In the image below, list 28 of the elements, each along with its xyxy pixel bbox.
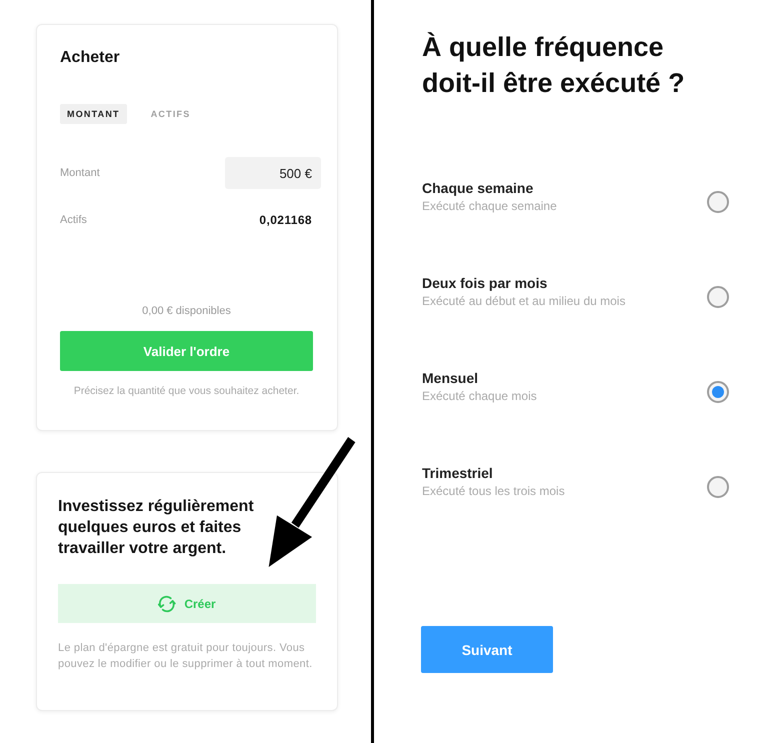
- field-label: Actifs: [60, 214, 87, 226]
- option-description: Exécuté au début et au milieu du mois: [422, 293, 626, 310]
- field-label: Montant: [60, 167, 100, 179]
- radio-button[interactable]: [707, 191, 729, 213]
- note-text: Le plan d'épargne est gratuit pour toujours. Vous pouvez le modifier ou le supprimer à tout moment.: [58, 641, 314, 672]
- available-balance: 0,00 € disponibles: [141, 304, 232, 318]
- option-description: Exécuté chaque semaine: [422, 198, 557, 215]
- option-description: Exécuté tous les trois mois: [422, 483, 565, 500]
- amount-field[interactable]: 500 €: [225, 157, 321, 189]
- radio-button[interactable]: [707, 381, 729, 403]
- option-title: Mensuel: [422, 369, 480, 387]
- question-heading: À quelle fréquence doit-il être exécuté ?: [422, 31, 686, 100]
- create-button[interactable]: Créer: [58, 584, 316, 623]
- radio-button[interactable]: [707, 476, 729, 498]
- radio-button[interactable]: [707, 286, 729, 308]
- hint-text: Précisez la quantité que vous souhaitez acheter.: [72, 384, 300, 398]
- tab[interactable]: ACTIFS: [144, 104, 198, 124]
- card-title: Acheter: [60, 48, 121, 68]
- tab[interactable]: MONTANT: [60, 104, 127, 124]
- refresh-icon: [158, 594, 176, 612]
- asset-value: 0,021168: [259, 213, 313, 227]
- option-title: Chaque semaine: [422, 179, 534, 197]
- next-button[interactable]: Suivant: [421, 626, 553, 673]
- option-title: Deux fois par mois: [422, 274, 548, 292]
- option-description: Exécuté chaque mois: [422, 388, 537, 405]
- submit-button[interactable]: Valider l'ordre: [60, 331, 313, 371]
- promo-heading: Investissez régulièrement quelques euros et faites travailler votre argent.: [58, 497, 255, 559]
- option-title: Trimestriel: [422, 464, 494, 482]
